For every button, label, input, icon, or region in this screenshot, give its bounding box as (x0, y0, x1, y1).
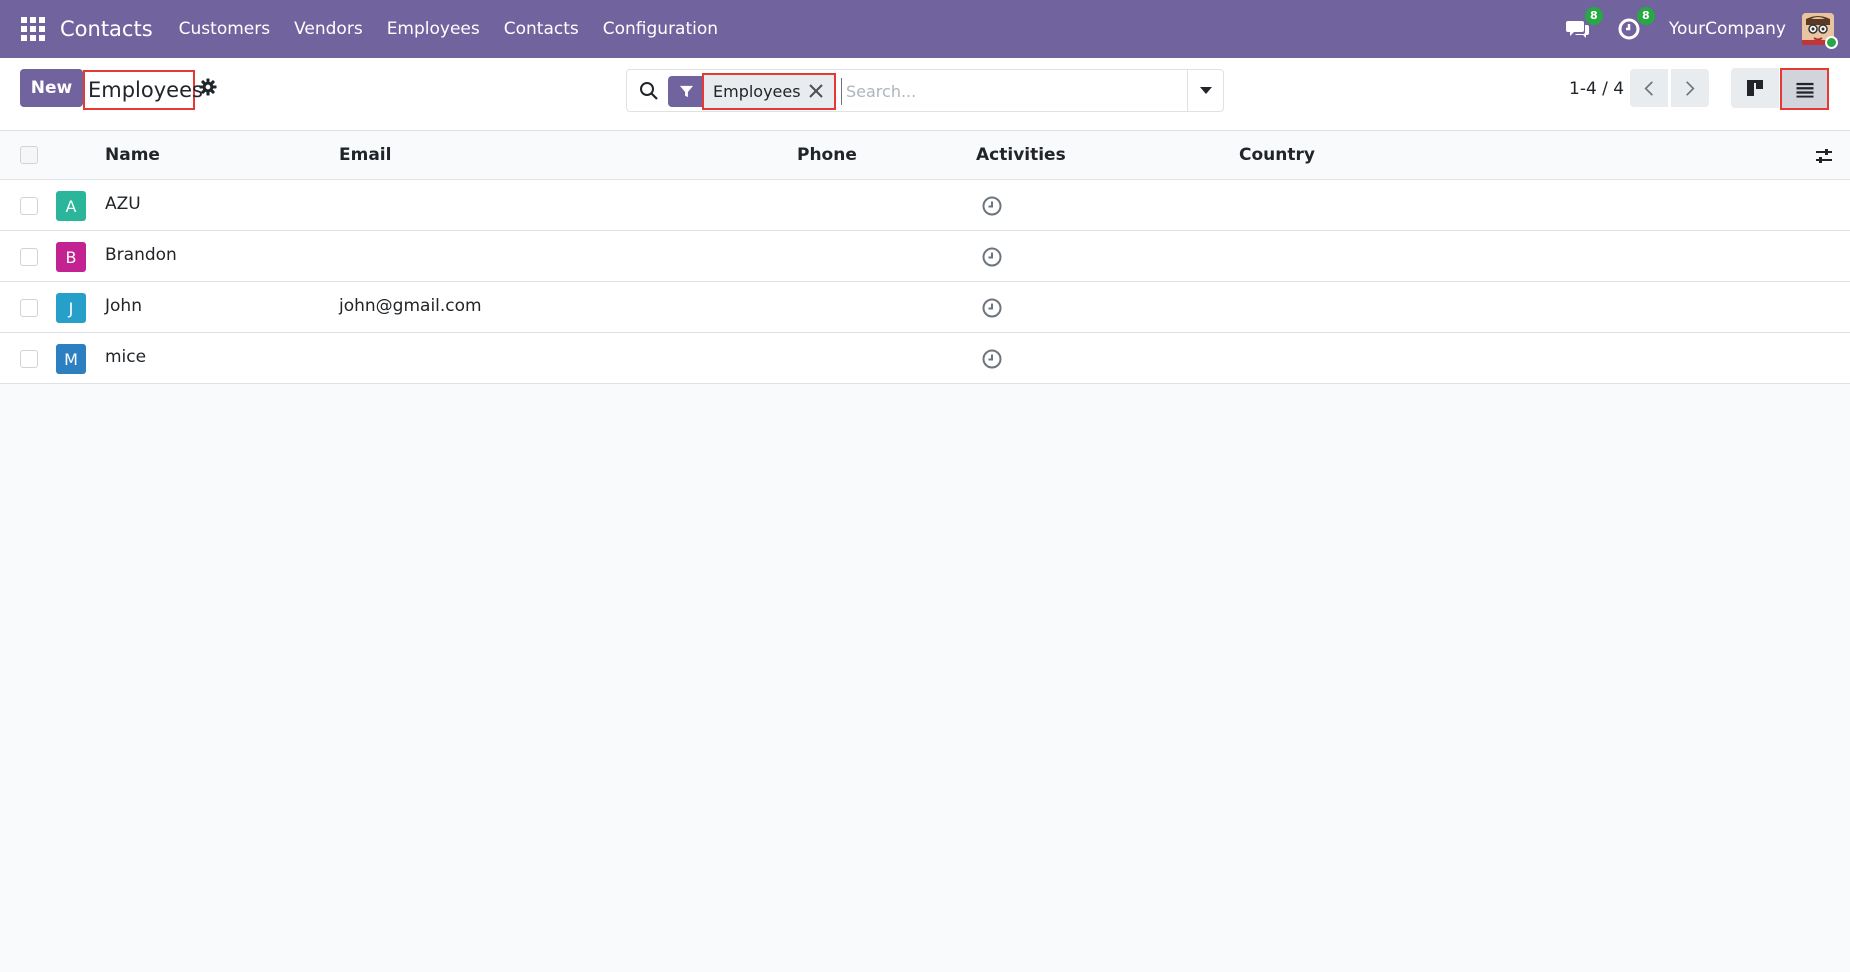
breadcrumb: Employees (83, 70, 203, 110)
table-row[interactable]: J John john@gmail.com (0, 282, 1850, 333)
list-view-icon (1796, 82, 1813, 98)
company-switcher[interactable]: YourCompany (1669, 19, 1786, 39)
systray: 8 8 YourCompany (1565, 0, 1850, 58)
messages-count-badge: 8 (1584, 7, 1603, 25)
search-bar: Employees (626, 69, 1224, 112)
top-navbar: Contacts Customers Vendors Employees Con… (0, 0, 1850, 58)
menu-item-configuration[interactable]: Configuration (603, 19, 718, 39)
search-icon[interactable] (639, 81, 659, 101)
app-title[interactable]: Contacts (60, 17, 153, 41)
column-header-phone[interactable]: Phone (797, 145, 857, 165)
messages-button[interactable]: 8 (1565, 7, 1603, 42)
pager-previous-button[interactable] (1630, 69, 1668, 107)
column-header-email[interactable]: Email (339, 145, 391, 165)
cell-name: John (105, 296, 142, 316)
row-avatar: J (56, 293, 86, 323)
row-checkbox[interactable] (20, 350, 38, 368)
gear-icon[interactable] (199, 78, 217, 96)
select-all-checkbox[interactable] (20, 146, 38, 164)
clock-icon[interactable] (981, 348, 1003, 370)
list-view-button[interactable] (1782, 70, 1827, 108)
search-facet-label: Employees (713, 82, 801, 101)
pager-next-button[interactable] (1671, 69, 1709, 107)
chevron-left-icon (1644, 80, 1653, 96)
row-checkbox[interactable] (20, 197, 38, 215)
menu-item-employees[interactable]: Employees (387, 19, 480, 39)
kanban-view-button[interactable] (1731, 68, 1779, 108)
control-panel: New Employees Employees Search... 1-4 / … (0, 58, 1850, 131)
cell-name: mice (105, 347, 147, 367)
menu-item-customers[interactable]: Customers (179, 19, 270, 39)
caret-down-icon (1199, 86, 1212, 94)
pager-value[interactable]: 1-4 / 4 (1569, 79, 1624, 99)
cell-name: Brandon (105, 245, 177, 265)
clock-icon[interactable] (981, 297, 1003, 319)
search-input[interactable] (841, 78, 1181, 105)
chevron-right-icon (1686, 80, 1695, 96)
column-header-activities[interactable]: Activities (976, 145, 1066, 165)
main-menu: Customers Vendors Employees Contacts Con… (179, 19, 742, 39)
filter-facet-icon-box (668, 76, 704, 107)
employees-list: Name Email Phone Activities Country A AZ… (0, 131, 1850, 384)
funnel-icon (679, 85, 693, 98)
menu-item-vendors[interactable]: Vendors (294, 19, 363, 39)
clock-icon[interactable] (981, 195, 1003, 217)
row-avatar: A (56, 191, 86, 221)
search-facet: Employees (702, 73, 836, 110)
column-header-country[interactable]: Country (1239, 145, 1315, 165)
row-avatar: B (56, 242, 86, 272)
page-title: Employees (88, 78, 203, 102)
table-header: Name Email Phone Activities Country (0, 131, 1850, 180)
close-icon[interactable] (808, 83, 824, 99)
activities-count-badge: 8 (1636, 7, 1655, 25)
online-status-dot (1825, 36, 1838, 49)
activities-button[interactable]: 8 (1617, 7, 1655, 42)
table-row[interactable]: B Brandon (0, 231, 1850, 282)
cell-email: john@gmail.com (339, 296, 482, 316)
row-checkbox[interactable] (20, 299, 38, 317)
menu-item-contacts[interactable]: Contacts (504, 19, 579, 39)
clock-icon[interactable] (981, 246, 1003, 268)
row-checkbox[interactable] (20, 248, 38, 266)
apps-grid-icon[interactable] (21, 17, 45, 41)
table-row[interactable]: M mice (0, 333, 1850, 384)
user-avatar[interactable] (1802, 13, 1838, 49)
column-header-name[interactable]: Name (105, 145, 160, 165)
row-avatar: M (56, 344, 86, 374)
sliders-icon[interactable] (1814, 146, 1834, 166)
cell-name: AZU (105, 194, 141, 214)
kanban-view-icon (1747, 80, 1763, 96)
table-row[interactable]: A AZU (0, 180, 1850, 231)
new-button[interactable]: New (20, 69, 83, 107)
search-options-toggle[interactable] (1187, 70, 1223, 111)
